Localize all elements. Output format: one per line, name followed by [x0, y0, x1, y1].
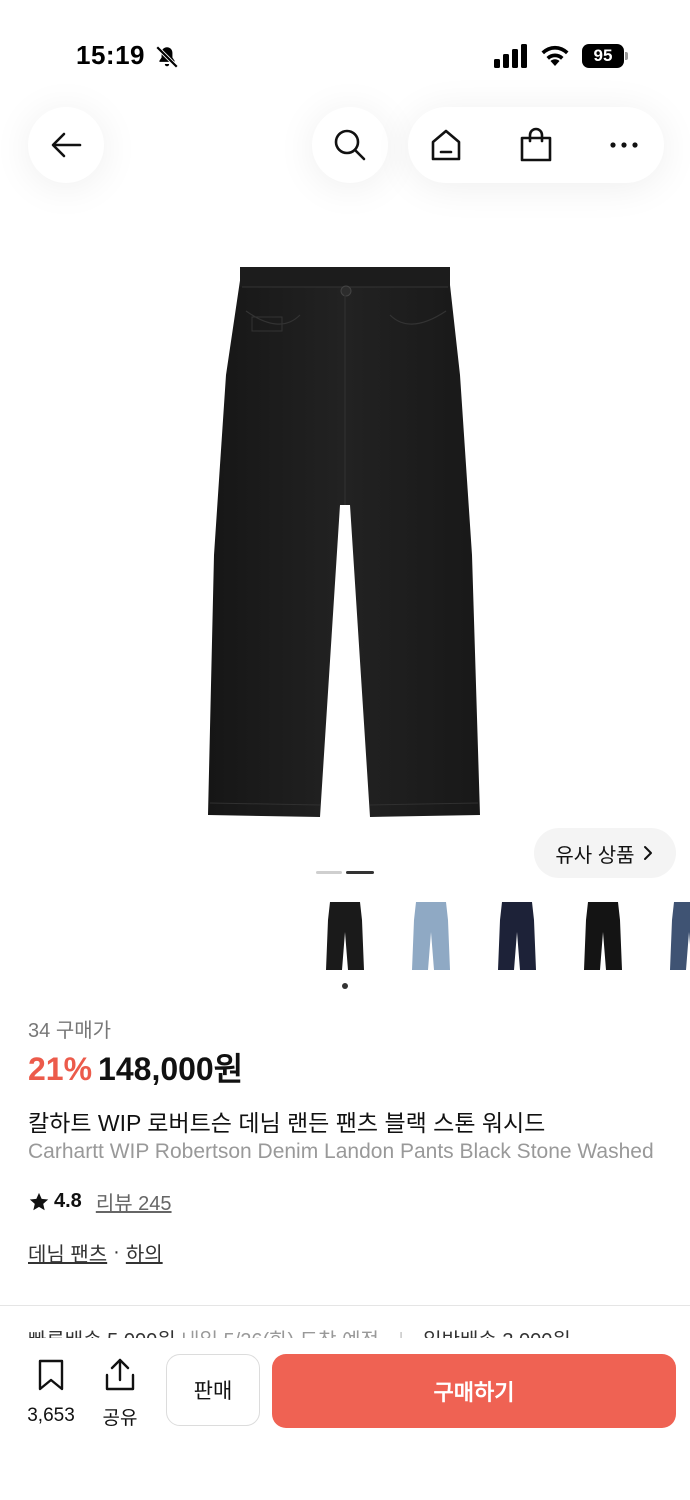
- color-thumbnail-black[interactable]: [320, 900, 370, 972]
- category-link-denim[interactable]: 데님 팬츠: [28, 1238, 107, 1267]
- more-button[interactable]: [605, 126, 643, 164]
- share-icon: [105, 1358, 135, 1391]
- share-button[interactable]: 공유: [98, 1358, 142, 1429]
- shopping-bag-icon: [520, 127, 552, 162]
- discount-rate: 21%: [28, 1051, 93, 1087]
- buy-button[interactable]: 구매하기: [272, 1354, 676, 1428]
- category-link-bottom[interactable]: 하의: [126, 1238, 163, 1267]
- battery-tip: [625, 52, 628, 60]
- color-thumbnail-black[interactable]: [578, 900, 628, 972]
- bookmark-icon: [38, 1359, 64, 1391]
- nav-action-group: [408, 107, 664, 183]
- selected-thumb-indicator: [342, 983, 348, 989]
- status-time: 15:19: [76, 40, 145, 70]
- pager-segment-active: [346, 871, 374, 874]
- fast-shipping-eta: 내일 5/26(화) 도착 예정: [181, 1330, 379, 1338]
- category-separator: ·: [113, 1241, 120, 1263]
- shipping-info[interactable]: 빠른배송 5,000원 내일 5/26(화) 도착 예정 | 일반배송 3,00…: [28, 1324, 690, 1338]
- category-breadcrumb: 데님 팬츠 · 하의: [28, 1238, 163, 1267]
- price: 21% 148,000원: [28, 1044, 243, 1090]
- product-image[interactable]: [190, 255, 500, 835]
- review-link[interactable]: 리뷰 245: [96, 1187, 172, 1216]
- similar-products-button[interactable]: 유사 상품: [534, 828, 676, 878]
- product-title-ko: 칼하트 WIP 로버트슨 데님 랜든 팬츠 블랙 스톤 워시드: [28, 1110, 546, 1136]
- arrow-left-icon: [51, 132, 82, 158]
- fast-shipping: 빠른배송 5,000원: [28, 1330, 176, 1338]
- status-bar: 15:19 95: [0, 0, 690, 110]
- signal-icon: [494, 44, 527, 68]
- home-button[interactable]: [427, 126, 465, 164]
- purchase-size: 34 구매가: [28, 1014, 111, 1043]
- home-icon: [431, 129, 461, 161]
- section-divider: [0, 1305, 690, 1306]
- chevron-right-icon: [643, 846, 652, 860]
- sell-button[interactable]: 판매: [166, 1354, 260, 1426]
- battery-icon: 95: [582, 44, 628, 68]
- price-value: 148,000원: [98, 1051, 244, 1087]
- size-suffix: 구매가: [55, 1020, 112, 1042]
- back-button[interactable]: [28, 107, 104, 183]
- search-icon: [334, 129, 366, 161]
- shipping-separator: |: [398, 1330, 403, 1338]
- like-button[interactable]: 3,653: [20, 1358, 82, 1428]
- wifi-icon: [541, 45, 569, 66]
- color-thumbnail-light-blue[interactable]: [406, 900, 456, 972]
- star-icon: [29, 1192, 49, 1210]
- cart-button[interactable]: [517, 126, 555, 164]
- pager-segment: [316, 871, 342, 874]
- standard-shipping: 일반배송 3,000원: [423, 1330, 571, 1338]
- battery-level: 95: [582, 44, 624, 68]
- color-thumbnail-blue[interactable]: [664, 900, 690, 972]
- product-title-en: Carhartt WIP Robertson Denim Landon Pant…: [28, 1140, 654, 1163]
- more-icon: [610, 142, 638, 148]
- size-value: 34: [28, 1020, 51, 1042]
- rating-value: 4.8: [54, 1190, 82, 1212]
- share-label: 공유: [102, 1408, 138, 1429]
- search-button[interactable]: [312, 107, 388, 183]
- similar-products-label: 유사 상품: [555, 844, 635, 867]
- like-count: 3,653: [27, 1405, 75, 1426]
- color-thumbnail-navy[interactable]: [492, 900, 542, 972]
- rating: 4.8 리뷰 245: [28, 1187, 172, 1216]
- bell-off-icon: [155, 45, 179, 69]
- image-pager: [316, 871, 376, 875]
- bottom-action-bar: 3,653 공유 판매 구매하기: [0, 1338, 690, 1500]
